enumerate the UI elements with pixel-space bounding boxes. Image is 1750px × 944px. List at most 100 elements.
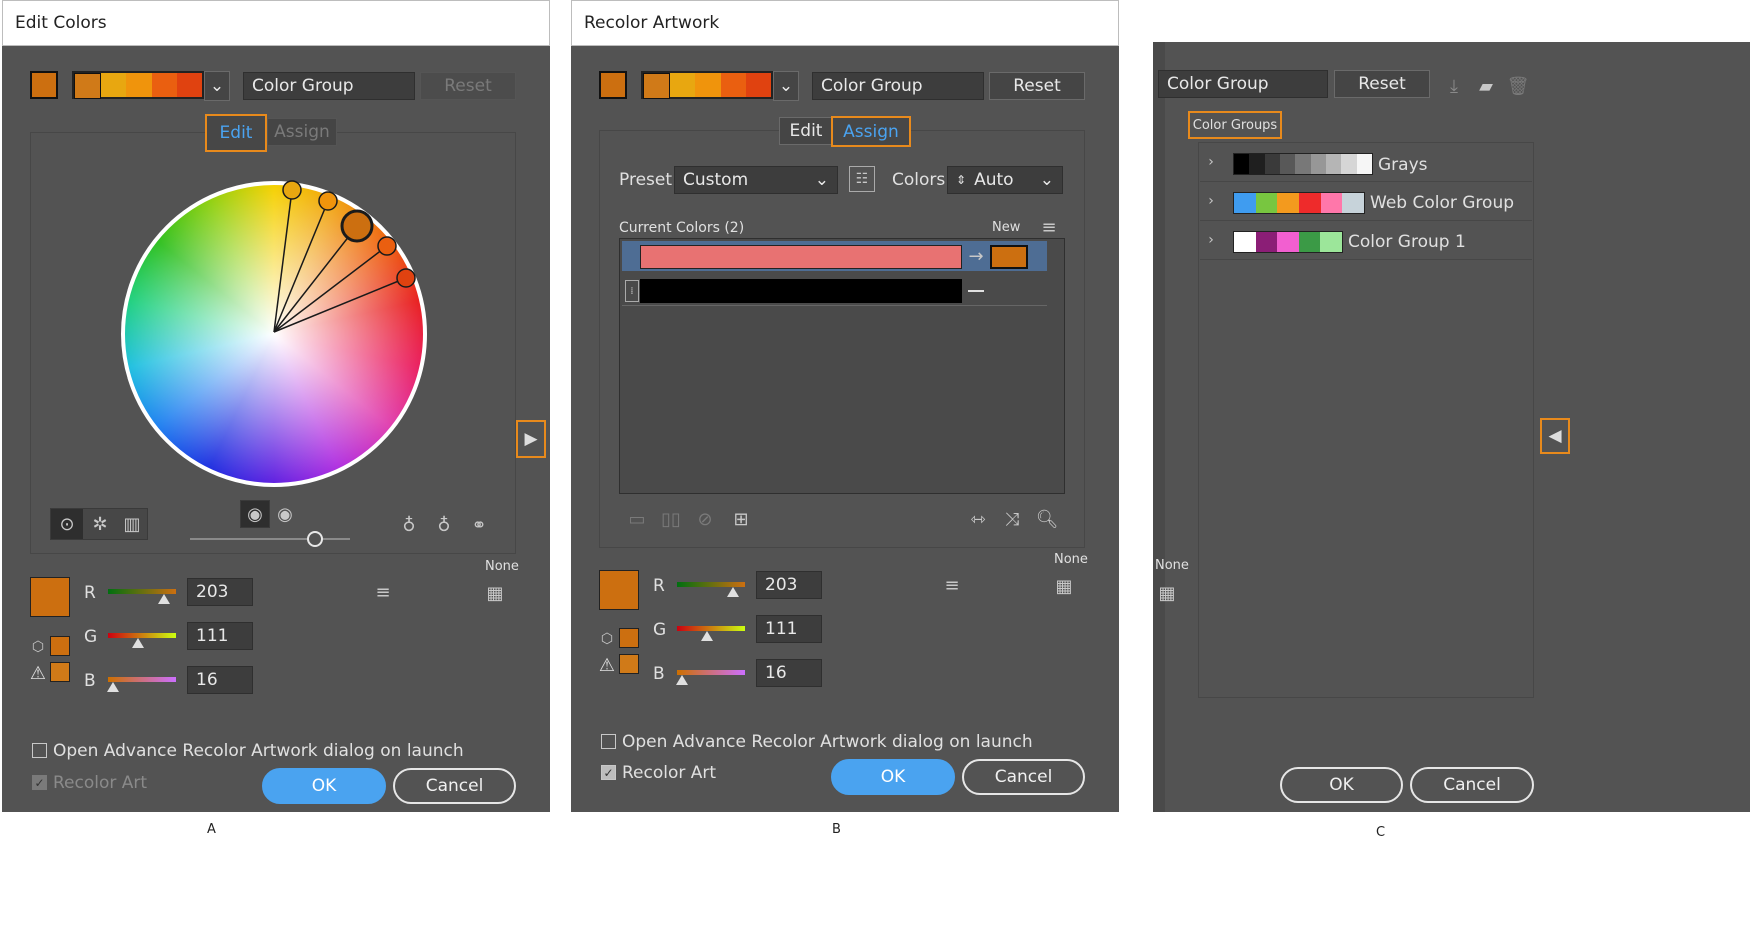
color-group-name-field[interactable]: Color Group: [243, 72, 415, 100]
color-group-dropdown[interactable]: ⌄: [773, 71, 799, 101]
ok-button[interactable]: OK: [831, 759, 955, 795]
limit-color-library-icon[interactable]: ▦: [1153, 582, 1181, 604]
g-slider-thumb[interactable]: [701, 631, 713, 641]
out-of-gamut-warning-icon[interactable]: ⚠: [28, 662, 48, 684]
trash-icon[interactable]: 🗑︎: [1506, 74, 1530, 98]
open-advanced-label: Open Advance Recolor Artwork dialog on l…: [622, 732, 1033, 752]
chevron-down-icon[interactable]: ⌄: [1040, 170, 1054, 190]
color-group-strip[interactable]: [641, 71, 773, 99]
separate-colors-icon[interactable]: ▯▯: [658, 509, 684, 530]
g-value-field[interactable]: 111: [756, 615, 822, 643]
group-swatch-strip-grays[interactable]: [1233, 153, 1373, 175]
tab-edit[interactable]: Edit: [779, 117, 833, 145]
chevron-right-icon[interactable]: ›: [1203, 231, 1219, 249]
segmented-wheel-icon[interactable]: ✲: [84, 509, 116, 539]
color-group-dropdown[interactable]: ⌄: [204, 71, 230, 101]
out-of-gamut-warning-icon[interactable]: ⚠: [597, 654, 617, 676]
brightness-slider-track[interactable]: [190, 538, 350, 540]
arrow-right-icon[interactable]: →: [966, 246, 986, 267]
web-safe-swatch[interactable]: [50, 636, 70, 656]
tab-assign[interactable]: Assign: [831, 116, 911, 147]
r-value-field[interactable]: 203: [756, 571, 822, 599]
cancel-button[interactable]: Cancel: [393, 768, 516, 804]
group-swatch-strip-group1[interactable]: [1233, 231, 1343, 253]
b-slider-thumb[interactable]: [676, 675, 688, 685]
r-slider-thumb[interactable]: [727, 587, 739, 597]
group-swatch: [176, 73, 203, 97]
open-advanced-checkbox[interactable]: [32, 743, 47, 758]
current-color-bar[interactable]: [640, 245, 962, 269]
add-color-tool-icon[interactable]: ♁: [396, 512, 422, 538]
collapse-panel-button[interactable]: ◀: [1540, 418, 1570, 454]
out-of-web-color-icon[interactable]: ⬡: [597, 629, 617, 649]
out-of-web-color-icon[interactable]: ⬡: [28, 637, 48, 657]
open-advanced-checkbox[interactable]: [601, 734, 616, 749]
g-value-field[interactable]: 111: [187, 622, 253, 650]
chevron-left-icon: ◀: [1548, 426, 1562, 446]
recolor-art-checkbox[interactable]: ✓: [601, 765, 616, 780]
preset-dropdown[interactable]: Custom ⌄: [674, 166, 838, 194]
limit-color-library-icon[interactable]: ▦: [1049, 575, 1079, 597]
link-harmony-icon[interactable]: ⚭: [466, 512, 492, 538]
b-slider-thumb[interactable]: [107, 682, 119, 692]
preset-value: Custom: [683, 170, 749, 190]
panel-edge: [1153, 42, 1165, 812]
r-value-field[interactable]: 203: [187, 578, 253, 606]
brightness-slider-thumb[interactable]: [307, 531, 323, 547]
show-saturation-icon[interactable]: ◉: [240, 500, 270, 528]
chevron-right-icon[interactable]: ›: [1203, 192, 1219, 210]
web-safe-swatch[interactable]: [619, 628, 639, 648]
expand-panel-button[interactable]: ▶: [516, 420, 546, 458]
cancel-button[interactable]: Cancel: [962, 759, 1085, 795]
save-group-icon[interactable]: ⤓: [1442, 74, 1466, 98]
remove-color-tool-icon[interactable]: ♁: [431, 512, 457, 538]
figure-caption-c: C: [1376, 825, 1386, 840]
r-slider-thumb[interactable]: [158, 594, 170, 604]
base-color-swatch[interactable]: [30, 71, 58, 99]
colors-stepper[interactable]: ⇕ Auto ⌄: [947, 166, 1063, 194]
show-brightness-icon[interactable]: ◉: [270, 500, 300, 528]
color-group-name-field[interactable]: Color Group: [1158, 70, 1328, 98]
group-swatch-strip-web[interactable]: [1233, 192, 1365, 214]
color-wheel[interactable]: [118, 178, 430, 490]
color-reduction-options-icon[interactable]: ☷: [849, 166, 875, 192]
color-mode-menu-icon[interactable]: ≡: [372, 582, 394, 603]
channel-label-r: R: [84, 583, 96, 603]
current-color-bar[interactable]: [640, 279, 962, 303]
new-color-swatch[interactable]: [990, 245, 1028, 269]
b-value-field[interactable]: 16: [756, 659, 822, 687]
recolor-art-checkbox[interactable]: ✓: [32, 775, 47, 790]
new-row-icon[interactable]: ⊞: [728, 509, 754, 530]
in-gamut-swatch[interactable]: [50, 662, 70, 682]
smooth-wheel-icon[interactable]: ⊙: [51, 509, 83, 539]
exclude-colors-icon[interactable]: ⊘: [692, 509, 718, 530]
reset-button[interactable]: Reset: [420, 72, 516, 100]
group-swatch: [151, 73, 177, 97]
merge-colors-icon[interactable]: ▭: [624, 509, 650, 530]
tab-edit[interactable]: Edit: [205, 114, 267, 152]
b-value-field[interactable]: 16: [187, 666, 253, 694]
reset-button[interactable]: Reset: [1334, 70, 1430, 98]
color-mode-menu-icon[interactable]: ≡: [941, 575, 963, 596]
limit-color-library-icon[interactable]: ▦: [480, 582, 510, 604]
randomize-order-icon[interactable]: ⇿: [965, 507, 991, 531]
chevron-right-icon[interactable]: ›: [1203, 153, 1219, 171]
color-group-name-field[interactable]: Color Group: [812, 72, 984, 100]
base-color-swatch[interactable]: [599, 71, 627, 99]
group-swatch: [74, 73, 102, 99]
folder-icon[interactable]: ▰: [1474, 74, 1498, 98]
drag-handle-icon[interactable]: ⁞: [625, 280, 639, 302]
randomize-saturation-icon[interactable]: ⤨: [999, 507, 1025, 531]
ok-button[interactable]: OK: [1280, 767, 1403, 803]
in-gamut-swatch[interactable]: [619, 654, 639, 674]
find-colors-icon[interactable]: 🔍︎: [1034, 507, 1060, 531]
cancel-button[interactable]: Cancel: [1410, 767, 1534, 803]
reset-button[interactable]: Reset: [989, 72, 1085, 100]
ok-button[interactable]: OK: [262, 768, 386, 804]
panel-menu-icon[interactable]: ≡: [1038, 217, 1060, 238]
tab-assign[interactable]: Assign: [267, 118, 337, 146]
color-group-strip[interactable]: [72, 71, 204, 99]
stepper-arrows-icon[interactable]: ⇕: [956, 173, 966, 187]
g-slider-thumb[interactable]: [132, 638, 144, 648]
color-bars-icon[interactable]: ▥: [116, 509, 148, 539]
